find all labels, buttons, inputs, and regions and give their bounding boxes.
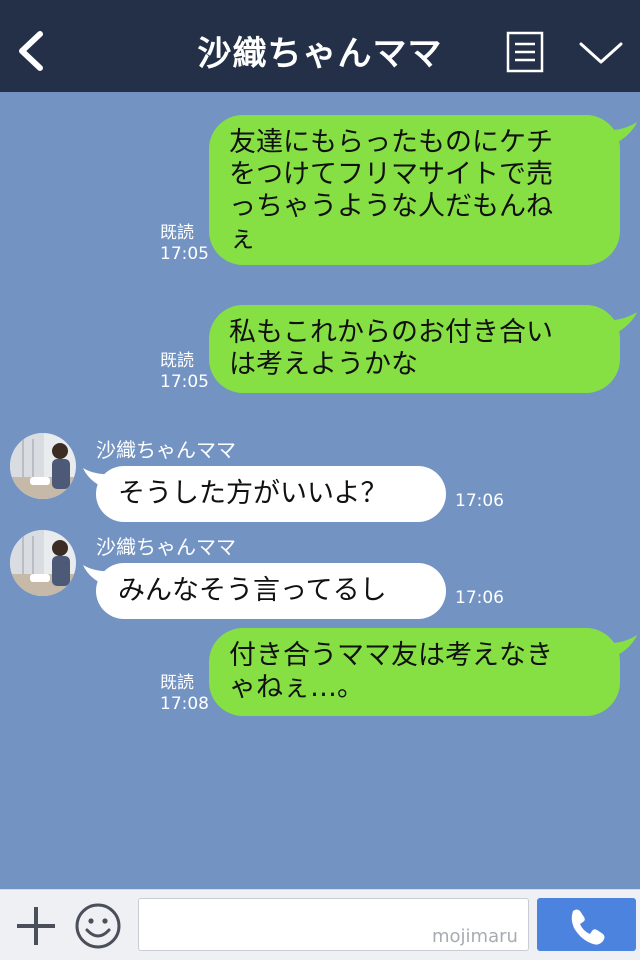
message-time: 17:05 bbox=[160, 372, 209, 392]
chevron-left-icon[interactable] bbox=[12, 28, 48, 74]
message-time: 17:06 bbox=[455, 588, 504, 608]
bubble-tail bbox=[600, 312, 637, 338]
avatar[interactable] bbox=[10, 530, 76, 596]
smiley-icon[interactable] bbox=[74, 902, 122, 950]
their-message-bubble[interactable]: みんなそう言ってるし bbox=[96, 563, 446, 619]
read-receipt: 既読 17:05 bbox=[160, 223, 209, 265]
sender-name: 沙織ちゃんママ bbox=[96, 535, 236, 559]
my-message-bubble[interactable]: 付き合うママ友は考えなき ゃねぇ…。 bbox=[209, 628, 620, 716]
message-time: 17:05 bbox=[160, 244, 209, 264]
sender-name: 沙織ちゃんママ bbox=[96, 438, 236, 462]
call-button[interactable] bbox=[537, 898, 636, 951]
message-line: 付き合うママ友は考えなき bbox=[229, 640, 553, 671]
bubble-tail bbox=[600, 635, 637, 661]
message-line: っちゃうような人だもんね bbox=[229, 191, 553, 222]
message-line: そうした方がいいよ？ bbox=[118, 478, 388, 509]
read-label: 既読 bbox=[160, 351, 194, 371]
message-line: ぇ bbox=[229, 223, 256, 254]
phone-icon bbox=[571, 909, 605, 945]
chevron-down-icon[interactable] bbox=[578, 38, 624, 68]
message-time: 17:08 bbox=[160, 694, 209, 714]
my-message-bubble[interactable]: 友達にもらったものにケチ をつけてフリマサイトで売 っちゃうような人だもんね ぇ bbox=[209, 115, 620, 265]
my-message-bubble[interactable]: 私もこれからのお付き合い は考えようかな bbox=[209, 305, 620, 393]
read-receipt: 既読 17:08 bbox=[160, 673, 209, 715]
message-line: ゃねぇ…。 bbox=[229, 672, 364, 703]
message-line: をつけてフリマサイトで売 bbox=[229, 159, 553, 190]
watermark-text: mojimaru bbox=[432, 926, 518, 947]
message-line: みんなそう言ってるし bbox=[118, 575, 387, 606]
message-line: 私もこれからのお付き合い bbox=[229, 317, 553, 348]
chat-title: 沙織ちゃんママ bbox=[197, 34, 443, 74]
read-label: 既読 bbox=[160, 223, 194, 243]
notes-icon[interactable] bbox=[506, 31, 544, 73]
bubble-tail bbox=[600, 122, 637, 148]
message-line: は考えようかな bbox=[229, 349, 418, 380]
read-label: 既読 bbox=[160, 673, 194, 693]
message-time: 17:06 bbox=[455, 491, 504, 511]
read-receipt: 既読 17:05 bbox=[160, 351, 209, 393]
their-message-bubble[interactable]: そうした方がいいよ？ bbox=[96, 466, 446, 522]
message-line: 友達にもらったものにケチ bbox=[229, 127, 553, 158]
message-input-bar: mojimaru bbox=[0, 889, 640, 960]
avatar[interactable] bbox=[10, 433, 76, 499]
chat-header: 沙織ちゃんママ bbox=[0, 0, 640, 92]
plus-icon[interactable] bbox=[14, 904, 58, 948]
